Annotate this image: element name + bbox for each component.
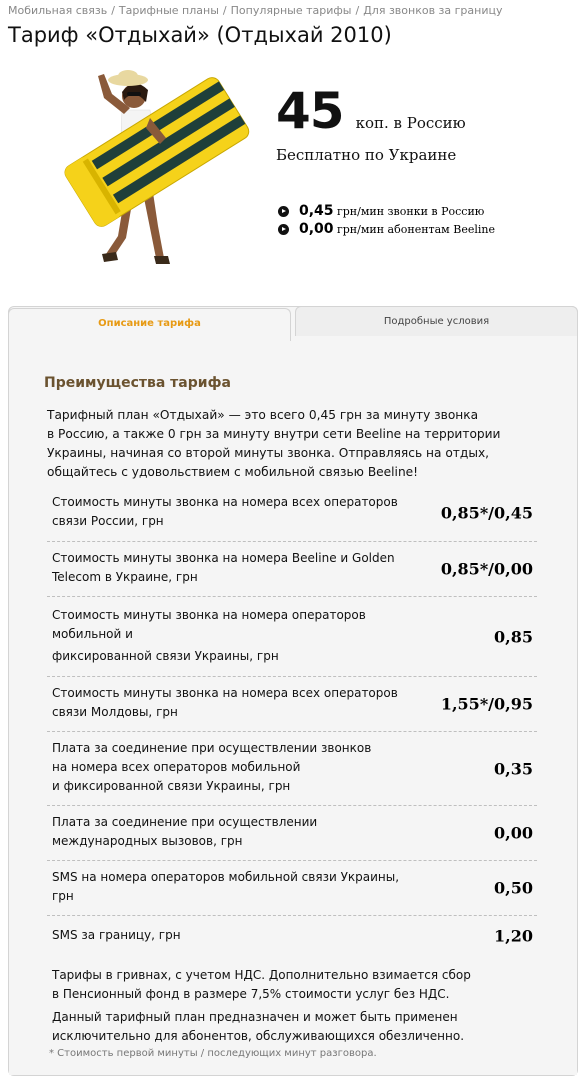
hero-image: [64, 70, 250, 264]
tariff-row-label: Стоимость минуты звонка на номера всех о…: [52, 494, 398, 528]
tariff-row: SMS на номера операторов мобильной связи…: [47, 861, 537, 916]
footnote: * Стоимость первой минуты / последующих …: [49, 1048, 377, 1059]
breadcrumb-link-plans[interactable]: Тарифные планы: [119, 4, 219, 17]
tariff-row-value: 0,35: [494, 759, 533, 778]
intro-line: в Россию, а также 0 грн за минуту внутри…: [47, 427, 501, 441]
tariff-row: Стоимость минуты звонка на номера всех о…: [47, 677, 537, 732]
tariff-row-value: 0,85*/0,00: [440, 559, 533, 579]
tariff-row-label: Плата за соединение при осуществлении зв…: [52, 741, 372, 793]
rate-desc: грн/мин звонки в Россию: [337, 204, 485, 218]
tariff-row: Стоимость минуты звонка на номера Beelin…: [47, 542, 537, 597]
tariff-row-value: 0,50: [494, 878, 533, 898]
tariff-row-label: Стоимость минуты звонка на номера всех о…: [52, 686, 398, 719]
tariff-row-value: 0,85: [494, 627, 533, 646]
rate-value: 0,45: [299, 203, 334, 219]
free-calls-text: Бесплатно по Украине: [276, 146, 457, 164]
tariff-row-label: SMS за границу, грн: [52, 927, 181, 942]
tariff-row-label: Стоимость минуты звонка на номера Beelin…: [52, 551, 395, 584]
price-block: 45 коп. в Россию Бесплатно по Украине: [276, 86, 466, 164]
intro-line: Тарифный план «Отдыхай» — это всего 0,45…: [47, 408, 479, 422]
tariff-row: SMS за границу, грн 1,20: [47, 916, 537, 956]
tariff-row: Плата за соединение при осуществлении меж…: [47, 806, 537, 861]
tariff-table: Стоимость минуты звонка на номера всех о…: [47, 484, 537, 956]
tariff-row-value: 1,55*/0,95: [440, 694, 533, 714]
arrow-bullet-icon: [278, 205, 289, 217]
breadcrumb-link-abroad[interactable]: Для звонков за границу: [363, 4, 502, 17]
tariff-row-value: 0,00: [494, 823, 533, 843]
tariff-row: Стоимость минуты звонка на номера всех о…: [47, 484, 537, 542]
rate-row: 0,45 грн/мин звонки в Россию: [278, 202, 495, 220]
price-unit: коп. в Россию: [355, 114, 466, 132]
vat-note: Тарифы в гривнах, с учетом НДС. Дополнит…: [52, 968, 471, 1001]
tariff-row-value: 1,20: [494, 926, 533, 946]
tariff-row: Плата за соединение при осуществлении зв…: [47, 732, 537, 806]
rate-row: 0,00 грн/мин абонентам Beeline: [278, 220, 495, 238]
tariff-row-value: 0,85*/0,45: [440, 503, 533, 522]
intro-text: Тарифный план «Отдыхай» — это всего 0,45…: [47, 406, 527, 482]
breadcrumb-link-popular[interactable]: Популярные тарифы: [231, 4, 352, 17]
tariff-row: Стоимость минуты звонка на номера операт…: [47, 597, 537, 677]
section-title: Преимущества тарифа: [44, 375, 231, 391]
rate-list: 0,45 грн/мин звонки в Россию 0,00 грн/ми…: [278, 202, 495, 238]
price-value: 45: [276, 82, 345, 140]
breadcrumb-link-mobile[interactable]: Мобильная связь: [8, 4, 107, 17]
tab-detailed-conditions[interactable]: Подробные условия: [295, 306, 578, 336]
intro-line: общайтесь с удовольствием с мобильной св…: [47, 465, 419, 479]
breadcrumb: Мобильная связь / Тарифные планы / Популярны…: [8, 4, 503, 17]
arrow-bullet-icon: [278, 223, 289, 235]
tariff-row-label: SMS на номера операторов мобильной связи…: [52, 870, 400, 903]
tab-tariff-description[interactable]: Описание тарифа: [8, 308, 291, 341]
tariff-row-label: Плата за соединение при осуществлении меж…: [52, 815, 318, 848]
intro-line: Украины, начиная со второй минуты звонка…: [47, 446, 490, 460]
anonymous-subscribers-note: Данный тарифный план предназначен и може…: [52, 1010, 465, 1043]
page-title: Тариф «Отдыхай» (Отдыхай 2010): [8, 23, 392, 47]
rate-value: 0,00: [299, 221, 334, 237]
price-main: 45 коп. в Россию: [276, 86, 466, 136]
rate-desc: грн/мин абонентам Beeline: [337, 222, 495, 236]
tariff-row-label: Стоимость минуты звонка на номера операт…: [52, 607, 366, 663]
